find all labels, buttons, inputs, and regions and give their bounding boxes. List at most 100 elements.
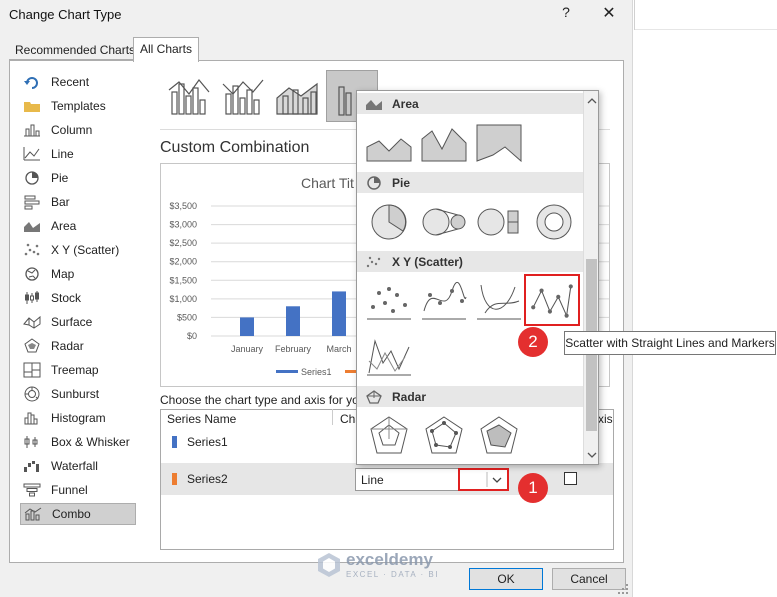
popup-section-pie: Pie [357,172,583,193]
tab-recommended-charts[interactable]: Recommended Charts [9,40,142,60]
area-thumb-1[interactable] [365,121,413,167]
sidebar-item-label: X Y (Scatter) [51,243,120,257]
area-chart-icon [23,218,41,234]
bar-series1-march [332,291,346,336]
y-tick-label: $1,000 [169,294,197,304]
scatter-chart-icon [23,242,41,258]
step-badge-1: 1 [518,473,548,503]
doughnut-thumb[interactable] [530,199,578,245]
popup-section-area-title: Area [392,96,419,111]
sidebar-item-label: Line [51,147,74,161]
bar-series1-february [286,306,300,336]
area-column-combo-icon [276,82,318,115]
sidebar-item-label: Bar [51,195,70,209]
waterfall-chart-icon [23,458,41,474]
sidebar-item-combo[interactable]: Combo [20,503,136,525]
box-whisker-chart-icon [23,434,41,450]
sidebar-item-funnel[interactable]: Funnel [20,479,136,501]
line-chart-icon [23,146,41,162]
scatter-smooth-lines-thumb[interactable] [475,277,523,323]
sidebar-item-map[interactable]: Map [20,263,136,285]
sidebar-item-label: Histogram [51,411,106,425]
histogram-chart-icon [23,410,41,426]
radar-thumb-1[interactable] [365,413,413,459]
funnel-chart-icon [23,482,41,498]
radar-markers-thumb[interactable] [420,413,468,459]
sidebar-item-bar[interactable]: Bar [20,191,136,213]
close-button[interactable]: ✕ [600,3,618,23]
y-tick-label: $3,000 [169,220,197,230]
chart-type-tooltip: Scatter with Straight Lines and Markers [564,331,776,355]
y-tick-label: $1,500 [169,275,197,285]
scatter-smooth-markers-thumb[interactable] [420,277,468,323]
area-chart-icon [366,99,382,110]
grid-header-secondary-axis: xis [598,412,613,426]
cancel-button[interactable]: Cancel [552,568,626,590]
pie-chart-icon [367,175,381,190]
bar-chart-icon [23,194,41,210]
filled-radar-thumb[interactable] [475,413,523,459]
series2-name: Series2 [187,472,228,486]
popup-section-pie-title: Pie [392,175,411,190]
treemap-chart-icon [23,362,41,378]
sidebar-item-label: Waterfall [51,459,98,473]
sidebar-item-column[interactable]: Column [20,119,136,141]
bar-of-pie-thumb[interactable] [475,199,523,245]
sidebar-item-label: Treemap [51,363,99,377]
sunburst-chart-icon [23,386,41,402]
sidebar-item-waterfall[interactable]: Waterfall [20,455,136,477]
area-thumb-3[interactable] [475,121,523,167]
sidebar-item-label: Area [51,219,77,233]
combo-subtype-3[interactable] [271,70,323,122]
scatter-thumb[interactable] [365,277,413,323]
map-chart-icon [23,266,41,282]
combo-subtype-2[interactable] [217,70,269,122]
sidebar-item-recent[interactable]: Recent [20,71,136,93]
sidebar-item-treemap[interactable]: Treemap [20,359,136,381]
help-button[interactable]: ? [558,4,574,22]
x-tick-label: March [326,344,351,354]
combo-subtype-1[interactable] [163,70,215,122]
sidebar-item-label: Box & Whisker [51,435,130,449]
pie-of-pie-thumb[interactable] [420,199,468,245]
series2-chart-type-value: Line [361,473,384,487]
tab-all-charts[interactable]: All Charts [133,37,200,62]
scatter-straight-lines-thumb[interactable] [365,333,413,379]
scatter-straight-lines-markers-highlight[interactable] [524,274,580,326]
sidebar-item-radar[interactable]: Radar [20,335,136,357]
legend-label-series1: Series1 [301,367,332,377]
grid-header-series-name: Series Name [167,412,237,426]
y-tick-label: $0 [187,331,197,341]
sidebar-item-pie[interactable]: Pie [20,167,136,189]
series1-color-swatch [172,436,177,448]
series2-secondary-axis-checkbox[interactable] [564,472,577,485]
sidebar-item-templates[interactable]: Templates [20,95,136,117]
y-tick-label: $2,000 [169,257,197,267]
sidebar-item-box-whisker[interactable]: Box & Whisker [20,431,136,453]
grid-header-divider [332,409,333,425]
recent-icon [23,74,41,90]
sidebar-item-label: Templates [51,99,106,113]
sidebar-item-label: Radar [51,339,84,353]
pie-thumb-1[interactable] [365,199,413,245]
dropdown-arrow-button[interactable] [458,468,509,491]
area-thumb-2[interactable] [420,121,468,167]
sidebar-item-histogram[interactable]: Histogram [20,407,136,429]
sidebar-item-line[interactable]: Line [20,143,136,165]
sidebar-item-stock[interactable]: Stock [20,287,136,309]
sidebar-item-label: Funnel [51,483,88,497]
chart-type-gallery-popup: Area Pie X Y (Scatter) Radar [356,90,599,465]
resize-grip-icon[interactable] [617,583,629,595]
clustered-column-line-icon [168,79,210,115]
sidebar-item-area[interactable]: Area [20,215,136,237]
sidebar-item-sunburst[interactable]: Sunburst [20,383,136,405]
sidebar-item-surface[interactable]: Surface [20,311,136,333]
step-badge-2: 2 [518,327,548,357]
sidebar-item-label: Surface [51,315,93,329]
column-line-secondary-axis-icon [222,79,264,115]
ok-button[interactable]: OK [469,568,543,590]
worksheet-background [634,0,777,597]
sidebar-item-x-y-scatter[interactable]: X Y (Scatter) [20,239,136,261]
bar-series1-january [240,317,254,336]
sidebar-item-label: Column [51,123,93,137]
